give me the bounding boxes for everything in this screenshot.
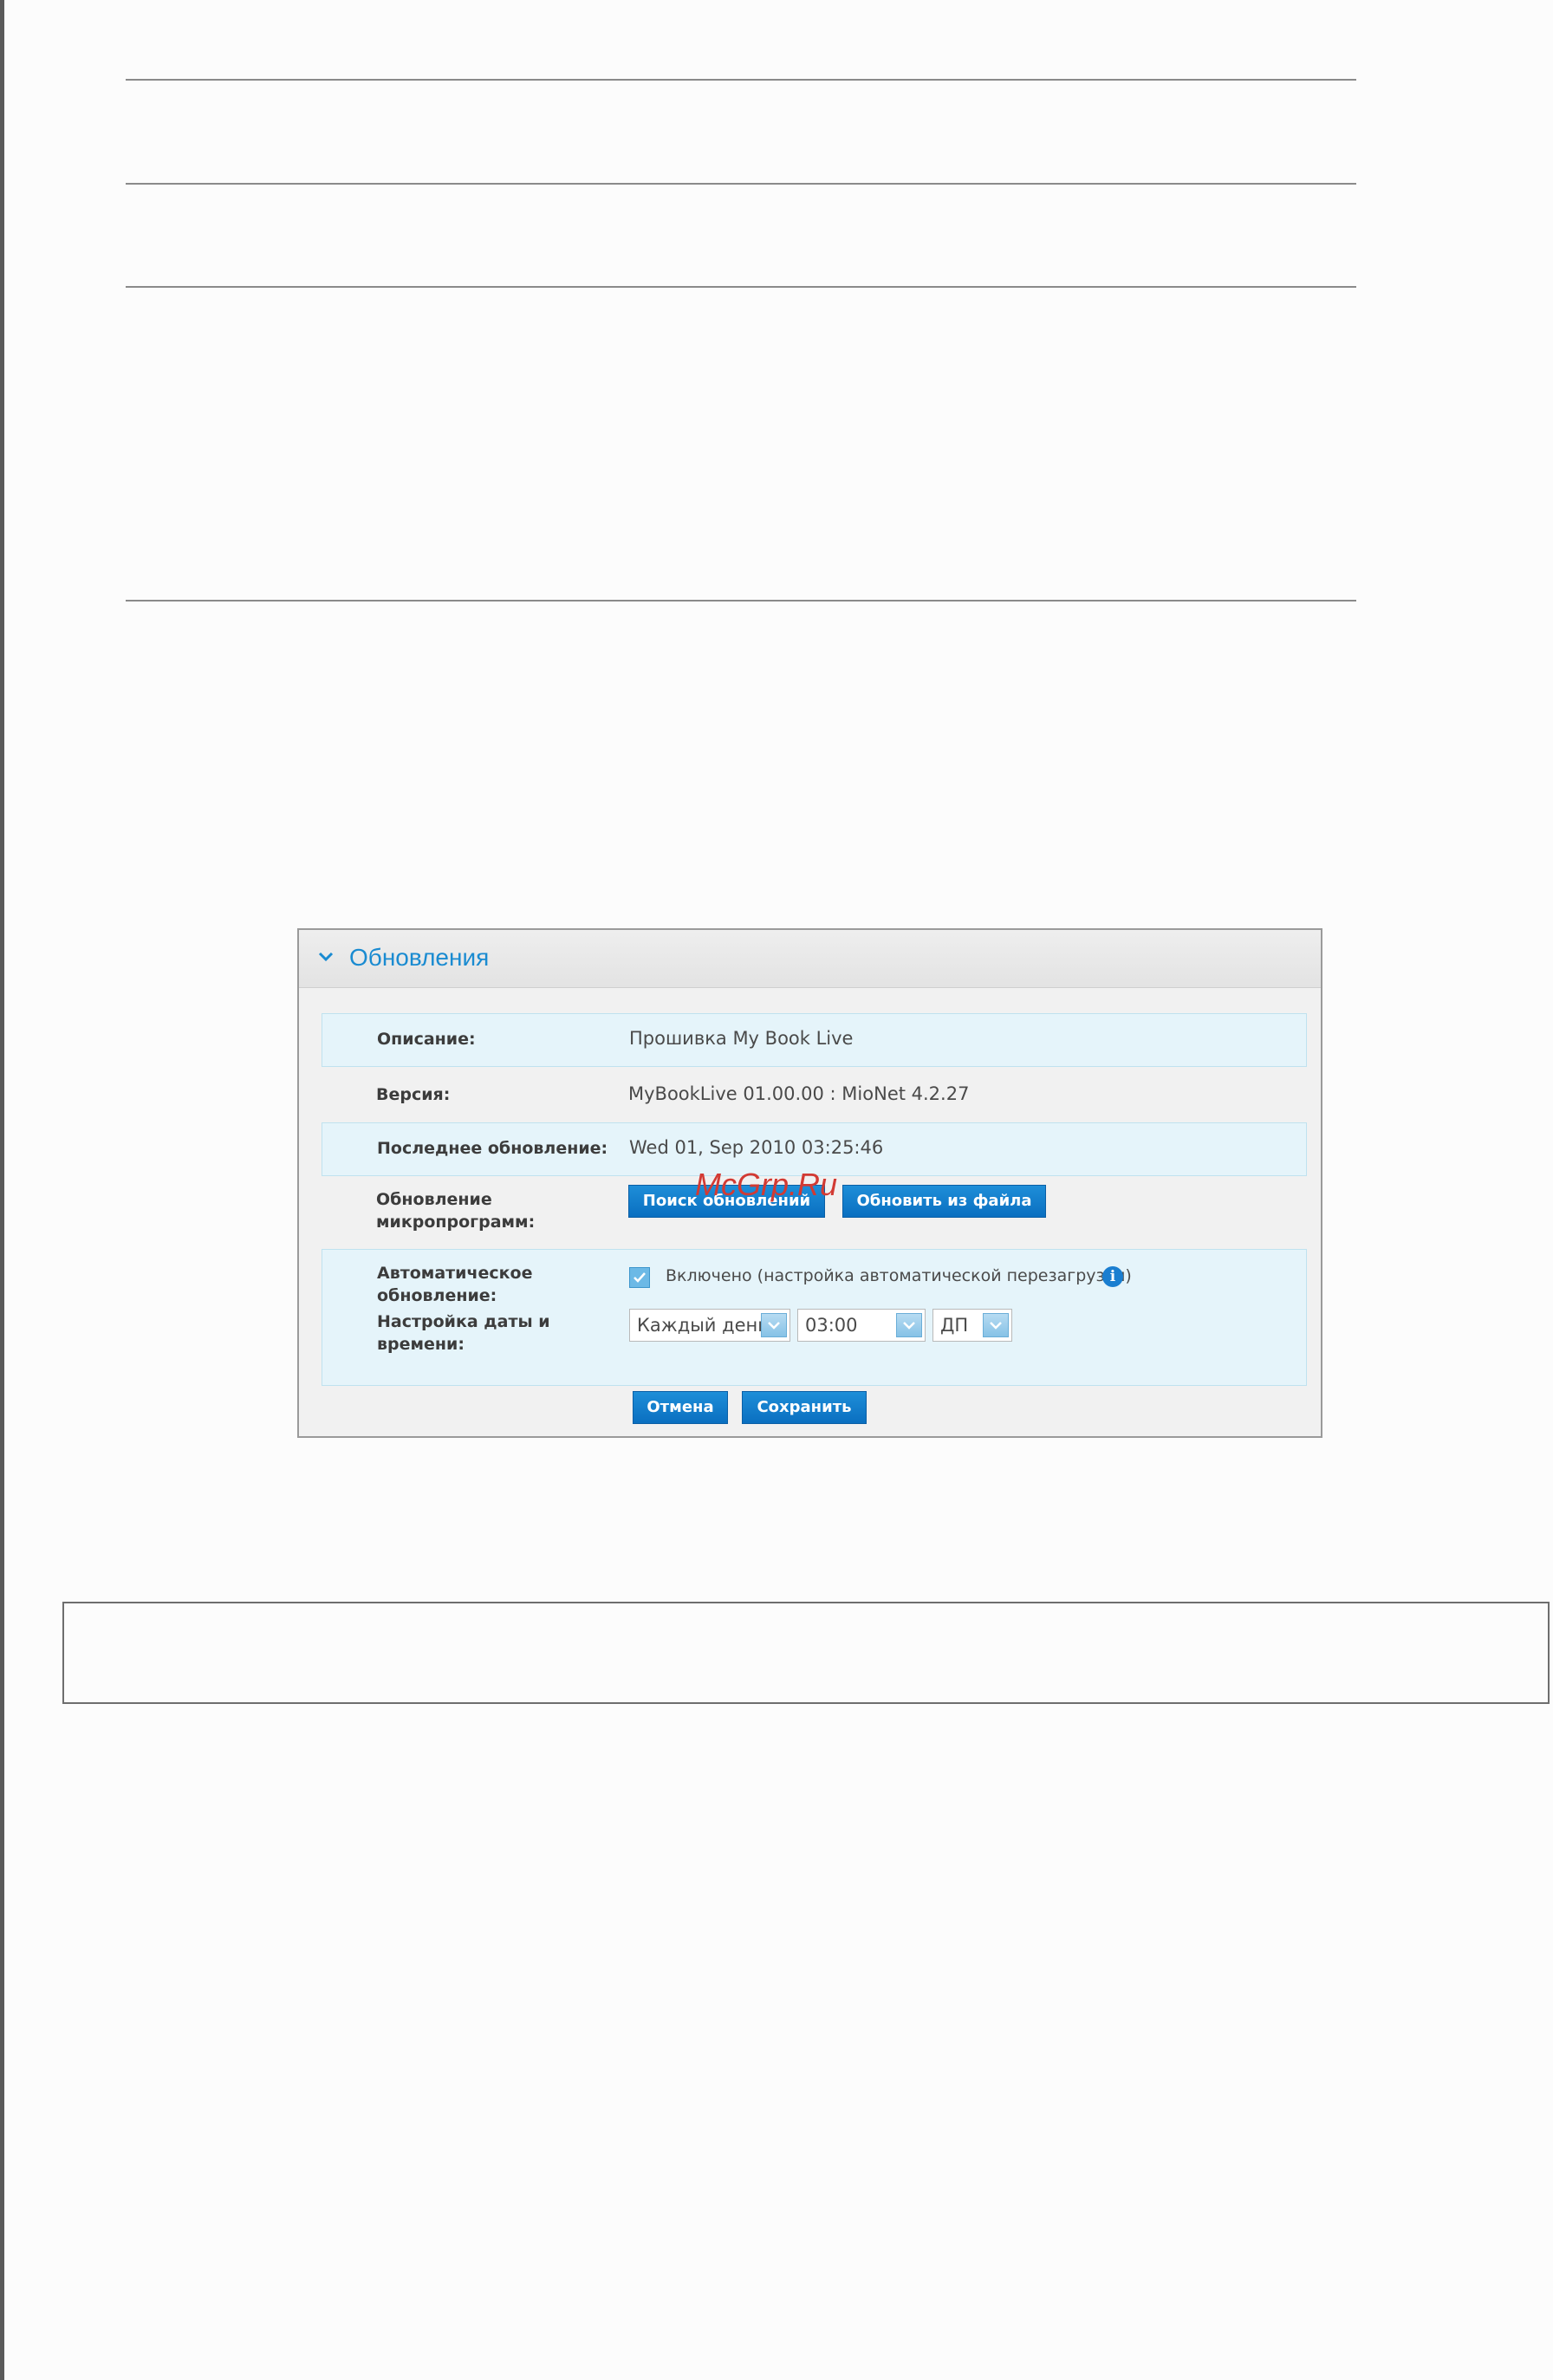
firmware-label-line2: микропрограмм: xyxy=(376,1213,536,1232)
watermark-text: McGrp.Ru xyxy=(695,1167,838,1202)
last-update-label: Последнее обновление: xyxy=(377,1139,608,1158)
firmware-label-line1: Обновление xyxy=(376,1190,492,1209)
ampm-select-value: ДП xyxy=(940,1315,969,1336)
time-select-value: 03:00 xyxy=(805,1315,858,1336)
divider-4 xyxy=(126,600,1356,602)
ampm-select[interactable]: ДП xyxy=(932,1309,1012,1342)
divider-1 xyxy=(126,79,1356,81)
chevron-down-icon[interactable] xyxy=(983,1313,1009,1337)
time-select[interactable]: 03:00 xyxy=(797,1309,926,1342)
panel-title: Обновления xyxy=(349,944,490,971)
info-icon[interactable]: i xyxy=(1102,1266,1123,1287)
check-icon xyxy=(634,1272,646,1283)
update-from-file-button[interactable]: Обновить из файла xyxy=(842,1185,1046,1218)
page-left-border xyxy=(0,0,4,2380)
datetime-label-line2: времени: xyxy=(377,1335,465,1354)
datetime-label-line1: Настройка даты и xyxy=(377,1312,550,1331)
frequency-select-value: Каждый день xyxy=(637,1315,769,1336)
version-label: Версия: xyxy=(376,1085,451,1104)
row-description: Описание: Прошивка My Book Live xyxy=(322,1013,1307,1067)
row-version: Версия: MyBookLive 01.00.00 : MioNet 4.2… xyxy=(322,1067,1307,1122)
description-label: Описание: xyxy=(377,1030,476,1049)
divider-2 xyxy=(126,183,1356,185)
divider-3 xyxy=(126,286,1356,288)
chevron-down-icon[interactable] xyxy=(761,1313,787,1337)
frequency-select[interactable]: Каждый день xyxy=(629,1309,790,1342)
auto-update-checkbox[interactable] xyxy=(629,1267,650,1288)
version-value: MyBookLive 01.00.00 : MioNet 4.2.27 xyxy=(628,1083,970,1104)
chevron-down-icon[interactable] xyxy=(316,947,335,966)
description-value: Прошивка My Book Live xyxy=(629,1028,854,1049)
note-box xyxy=(62,1602,1550,1704)
auto-update-label-line2: обновление: xyxy=(377,1286,497,1305)
panel-header[interactable]: Обновления xyxy=(299,930,1321,988)
cancel-button[interactable]: Отмена xyxy=(633,1391,728,1424)
chevron-down-icon[interactable] xyxy=(896,1313,922,1337)
auto-update-label-line1: Автоматическое xyxy=(377,1264,533,1283)
save-button[interactable]: Сохранить xyxy=(742,1391,867,1424)
auto-update-block: Автоматическое обновление: Включено (нас… xyxy=(322,1249,1307,1386)
auto-update-checkbox-label[interactable]: Включено (настройка автоматической перез… xyxy=(666,1264,1132,1288)
last-update-value: Wed 01, Sep 2010 03:25:46 xyxy=(629,1137,884,1158)
